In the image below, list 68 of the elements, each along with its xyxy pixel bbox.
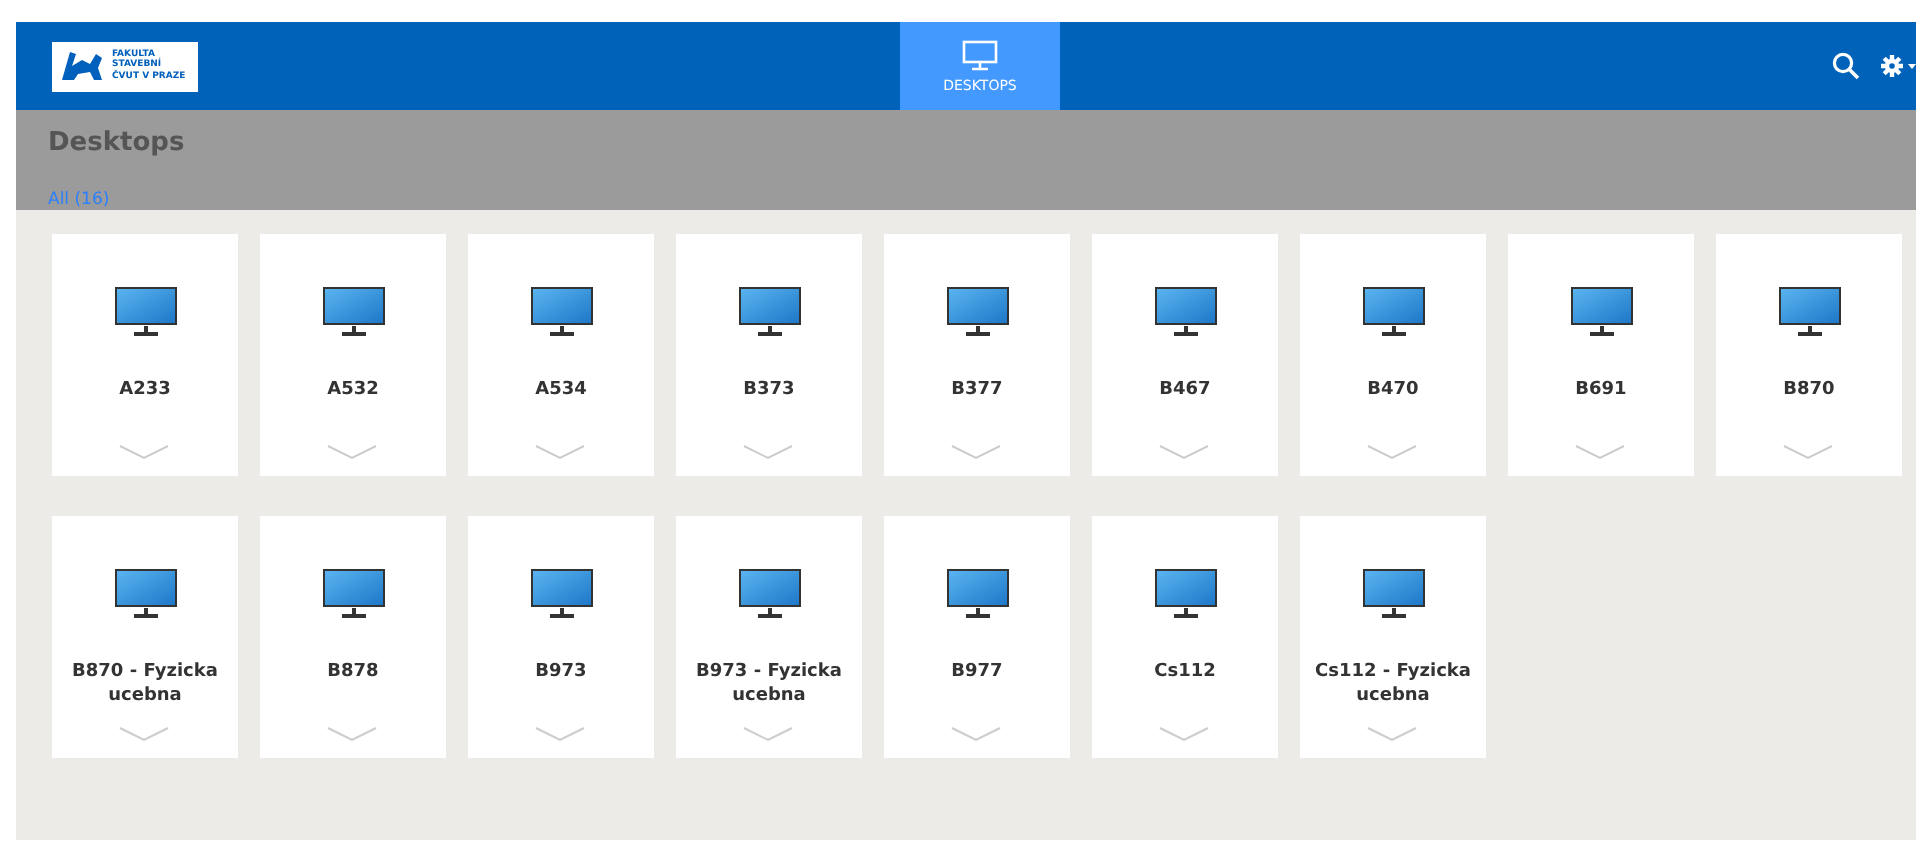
desktop-card[interactable]: B973 (468, 516, 654, 758)
monitor-icon (945, 568, 1009, 620)
monitor-icon (962, 39, 998, 71)
desktop-card[interactable]: Cs112 (1092, 516, 1278, 758)
chevron-down-icon[interactable] (118, 726, 170, 742)
desktop-name: B373 (741, 378, 797, 402)
monitor-icon (1153, 286, 1217, 338)
chevron-down-icon[interactable] (1158, 726, 1210, 742)
monitor-icon (737, 568, 801, 620)
chevron-down-icon[interactable] (742, 726, 794, 742)
settings-icon[interactable] (1880, 54, 1916, 78)
desktop-card[interactable]: B691 (1508, 234, 1694, 476)
desktop-name: B467 (1157, 378, 1213, 402)
monitor-icon (1361, 568, 1425, 620)
desktop-name: B470 (1365, 378, 1421, 402)
desktop-name: A233 (117, 378, 173, 402)
desktop-card[interactable]: B470 (1300, 234, 1486, 476)
desktop-card[interactable]: B977 (884, 516, 1070, 758)
desktop-card[interactable]: B878 (260, 516, 446, 758)
desktop-name: A532 (325, 378, 381, 402)
monitor-icon (737, 286, 801, 338)
desktop-name: B973 (533, 660, 589, 684)
chevron-down-icon[interactable] (1782, 444, 1834, 460)
monitor-icon (945, 286, 1009, 338)
desktop-name: B878 (325, 660, 381, 684)
desktop-name: Cs112 - Fyzicka ucebna (1313, 660, 1473, 708)
monitor-icon (113, 286, 177, 338)
monitor-icon (1153, 568, 1217, 620)
desktop-card[interactable]: B870 - Fyzicka ucebna (52, 516, 238, 758)
chevron-down-icon[interactable] (534, 444, 586, 460)
desktop-name: B377 (949, 378, 1005, 402)
chevron-down-icon[interactable] (1574, 444, 1626, 460)
chevron-down-icon[interactable] (1158, 444, 1210, 460)
desktop-name: A534 (533, 378, 589, 402)
chevron-down-icon[interactable] (118, 444, 170, 460)
chevron-down-icon[interactable] (950, 726, 1002, 742)
desktop-name: B870 (1781, 378, 1837, 402)
desktop-card[interactable]: B373 (676, 234, 862, 476)
desktop-card[interactable]: B973 - Fyzicka ucebna (676, 516, 862, 758)
desktop-name: B691 (1573, 378, 1629, 402)
desktop-card[interactable]: Cs112 - Fyzicka ucebna (1300, 516, 1486, 758)
chevron-down-icon[interactable] (326, 444, 378, 460)
monitor-icon (529, 568, 593, 620)
chevron-down-icon[interactable] (950, 444, 1002, 460)
desktop-card[interactable]: B870 (1716, 234, 1902, 476)
chevron-down-icon[interactable] (326, 726, 378, 742)
desktop-card[interactable]: B377 (884, 234, 1070, 476)
desktop-card[interactable]: A233 (52, 234, 238, 476)
monitor-icon (113, 568, 177, 620)
monitor-icon (1777, 286, 1841, 338)
desktop-card[interactable]: A534 (468, 234, 654, 476)
chevron-down-icon[interactable] (1366, 444, 1418, 460)
desktop-name: Cs112 (1152, 660, 1218, 684)
desktop-name: B973 - Fyzicka ucebna (694, 660, 844, 708)
monitor-icon (529, 286, 593, 338)
search-icon[interactable] (1832, 52, 1860, 80)
monitor-icon (1361, 286, 1425, 338)
monitor-icon (321, 286, 385, 338)
desktop-card[interactable]: A532 (260, 234, 446, 476)
desktop-name: B977 (949, 660, 1005, 684)
desktop-card[interactable]: B467 (1092, 234, 1278, 476)
desktop-name: B870 - Fyzicka ucebna (70, 660, 220, 708)
chevron-down-icon[interactable] (534, 726, 586, 742)
monitor-icon (321, 568, 385, 620)
chevron-down-icon[interactable] (1366, 726, 1418, 742)
chevron-down-icon[interactable] (742, 444, 794, 460)
page-title: Desktops (48, 128, 187, 158)
monitor-icon (1569, 286, 1633, 338)
